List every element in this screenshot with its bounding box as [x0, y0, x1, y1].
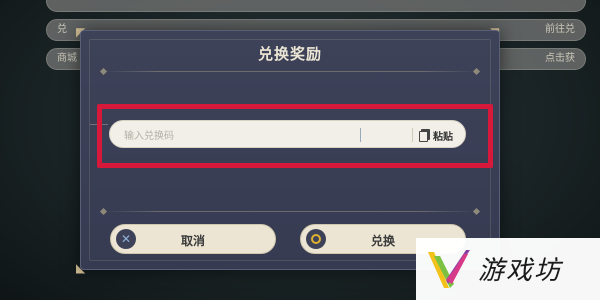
- cancel-label: 取消: [180, 234, 205, 248]
- background-row-left: 兑: [57, 24, 67, 35]
- highlight-box: [97, 104, 493, 168]
- footer-divider: [103, 211, 477, 212]
- watermark-text: 游戏坊: [478, 256, 563, 286]
- title-divider: [103, 71, 477, 72]
- watermark-logo-icon: [428, 250, 470, 288]
- cancel-button[interactable]: ✕ 取消: [110, 224, 276, 254]
- dialog-title: 兑换奖励: [257, 45, 322, 63]
- watermark: 游戏坊: [416, 238, 600, 300]
- background-row-left: 商城: [57, 53, 77, 64]
- background-row-right: 点击获: [545, 53, 575, 64]
- background-row-right: 前往兑: [545, 24, 575, 35]
- background-row: [46, 0, 586, 12]
